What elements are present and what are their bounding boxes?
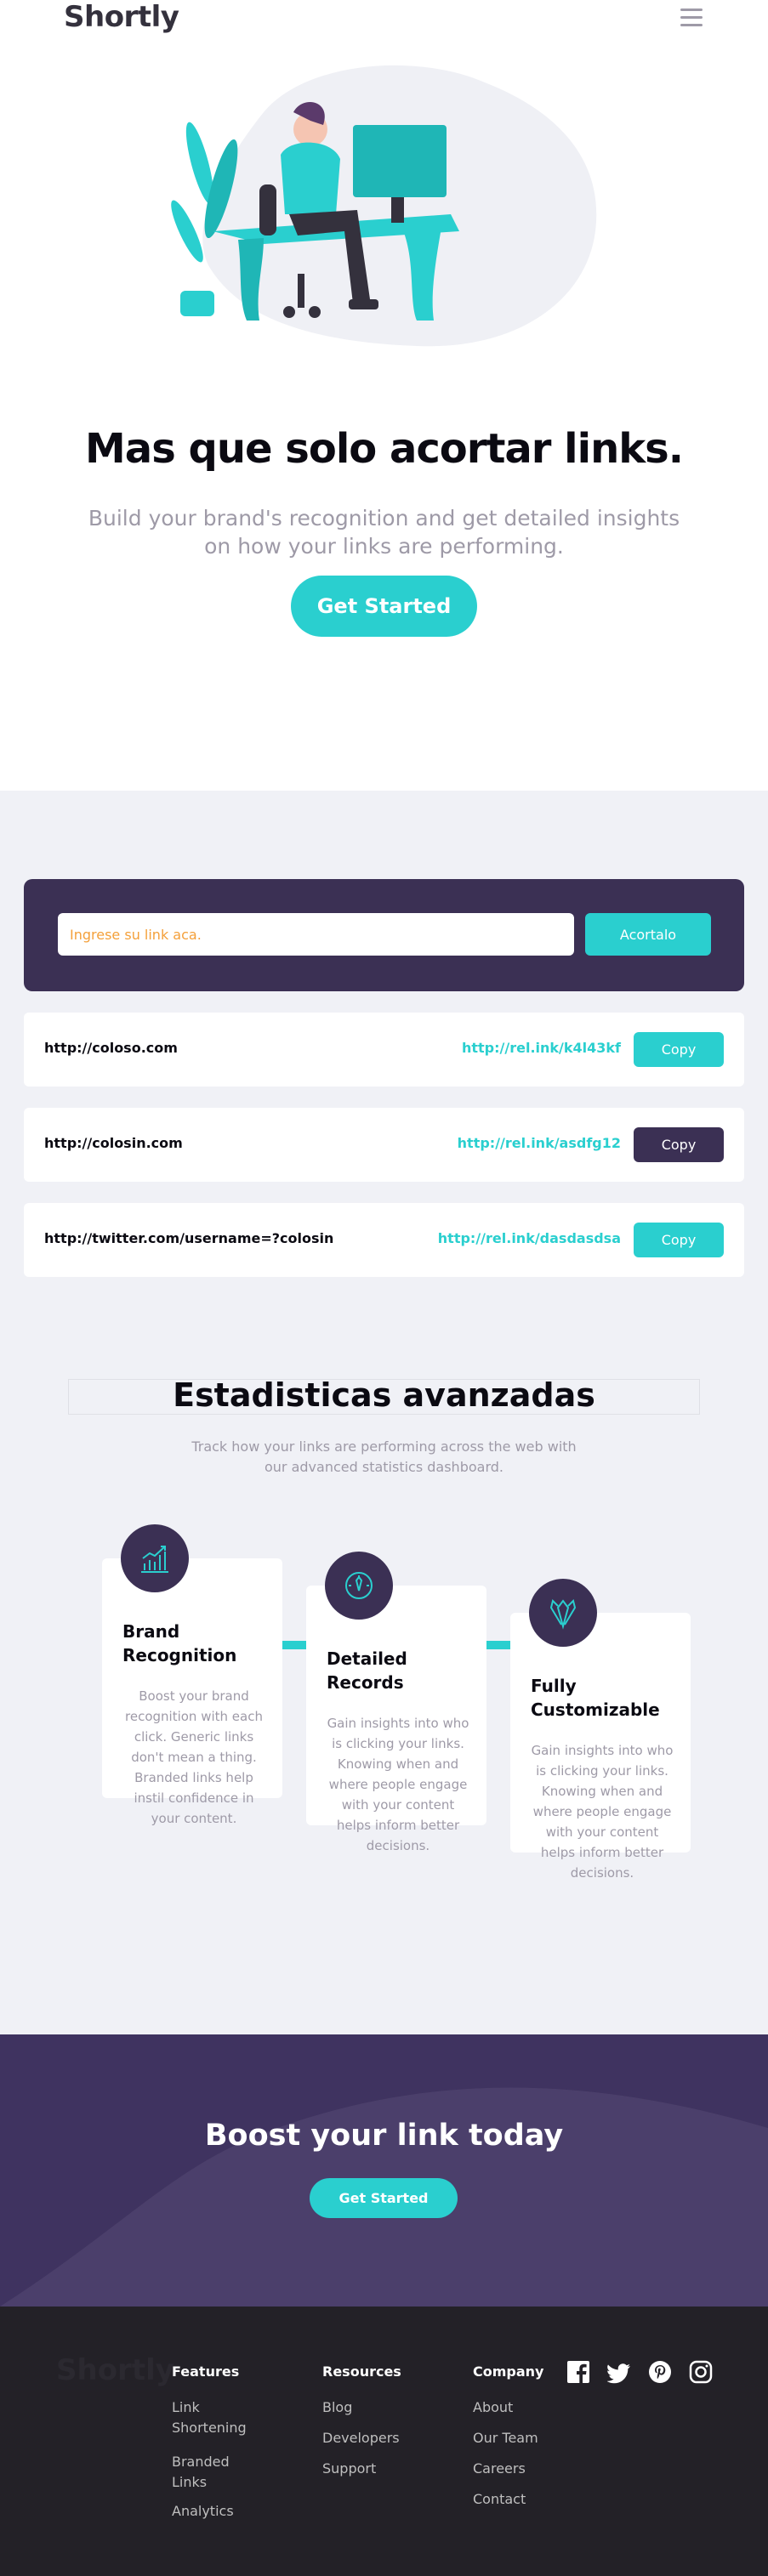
boost-title: Boost your link today (204, 2119, 564, 2153)
original-url: http://colosin.com (44, 1135, 183, 1151)
hamburger-menu-icon[interactable] (680, 9, 708, 29)
footer-link[interactable]: About (473, 2397, 513, 2418)
card-body: Gain insights into who is clicking your … (531, 1743, 674, 1881)
hero-illustration (171, 65, 597, 347)
card-title: Detailed Records (327, 1648, 407, 1693)
original-url: http://twitter.com/username=?colosin (44, 1230, 334, 1246)
card-title: Fully Customizable (531, 1676, 660, 1720)
footer-link[interactable]: Blog (322, 2397, 352, 2418)
short-url[interactable]: http://rel.ink/dasdasdsa (438, 1230, 621, 1246)
pinterest-icon[interactable] (648, 2360, 672, 2384)
logo[interactable]: Shortly (64, 0, 179, 34)
footer-link[interactable]: Contact (473, 2489, 526, 2510)
copy-button[interactable]: Copy (634, 1223, 724, 1257)
chart-icon (121, 1524, 189, 1592)
short-url[interactable]: http://rel.ink/asdfg12 (458, 1135, 621, 1151)
original-url: http://coloso.com (44, 1040, 178, 1056)
pens-icon (529, 1579, 597, 1647)
hero-subtitle: Build your brand's recognition and get d… (88, 506, 680, 559)
footer-link[interactable]: Link Shortening (172, 2397, 257, 2438)
hero-title: Mas que solo acortar links. (85, 425, 684, 473)
shorten-button[interactable]: Acortalo (585, 913, 711, 956)
footer-link[interactable]: Developers (322, 2428, 400, 2448)
instagram-icon[interactable] (689, 2360, 713, 2384)
feature-card: Detailed Records Gain insights into who … (306, 1552, 486, 1853)
facebook-icon[interactable] (566, 2360, 590, 2384)
get-started-button[interactable]: Get Started (291, 576, 477, 637)
footer-link[interactable]: Careers (473, 2459, 526, 2479)
boost-get-started-button[interactable]: Get Started (310, 2178, 458, 2218)
stats-title: Estadisticas avanzadas (173, 1376, 595, 1414)
copy-button[interactable]: Copy (634, 1127, 724, 1162)
copy-button[interactable]: Copy (634, 1032, 724, 1067)
link-result-row: http://colosin.com http://rel.ink/asdfg1… (24, 1108, 744, 1182)
link-result-row: http://twitter.com/username=?colosin htt… (24, 1203, 744, 1277)
footer-heading-resources: Resources (322, 2363, 401, 2380)
gauge-icon (325, 1552, 393, 1620)
card-body: Gain insights into who is clicking your … (327, 1716, 469, 1853)
footer-link[interactable]: Our Team (473, 2428, 538, 2448)
stats-subtitle: Track how your links are performing acro… (191, 1438, 577, 1475)
footer-link[interactable]: Branded Links (172, 2452, 248, 2493)
twitter-icon[interactable] (607, 2362, 631, 2386)
feature-card: Brand Recognition Boost your brand recog… (102, 1524, 282, 1826)
link-result-row: http://coloso.com http://rel.ink/k4l43kf… (24, 1013, 744, 1087)
boost-section (0, 2034, 768, 2306)
card-title: Brand Recognition (122, 1621, 237, 1665)
url-input[interactable] (58, 913, 574, 956)
short-url[interactable]: http://rel.ink/k4l43kf (462, 1040, 621, 1056)
footer-logo[interactable]: Shortly (56, 2353, 174, 2387)
footer-heading-features: Features (172, 2363, 240, 2380)
footer-heading-company: Company (473, 2363, 544, 2380)
footer-link[interactable]: Support (322, 2459, 376, 2479)
card-body: Boost your brand recognition with each c… (125, 1688, 263, 1826)
footer-link[interactable]: Analytics (172, 2501, 234, 2522)
feature-card: Fully Customizable Gain insights into wh… (510, 1579, 691, 1881)
boost-wave-bg (0, 2034, 768, 2306)
